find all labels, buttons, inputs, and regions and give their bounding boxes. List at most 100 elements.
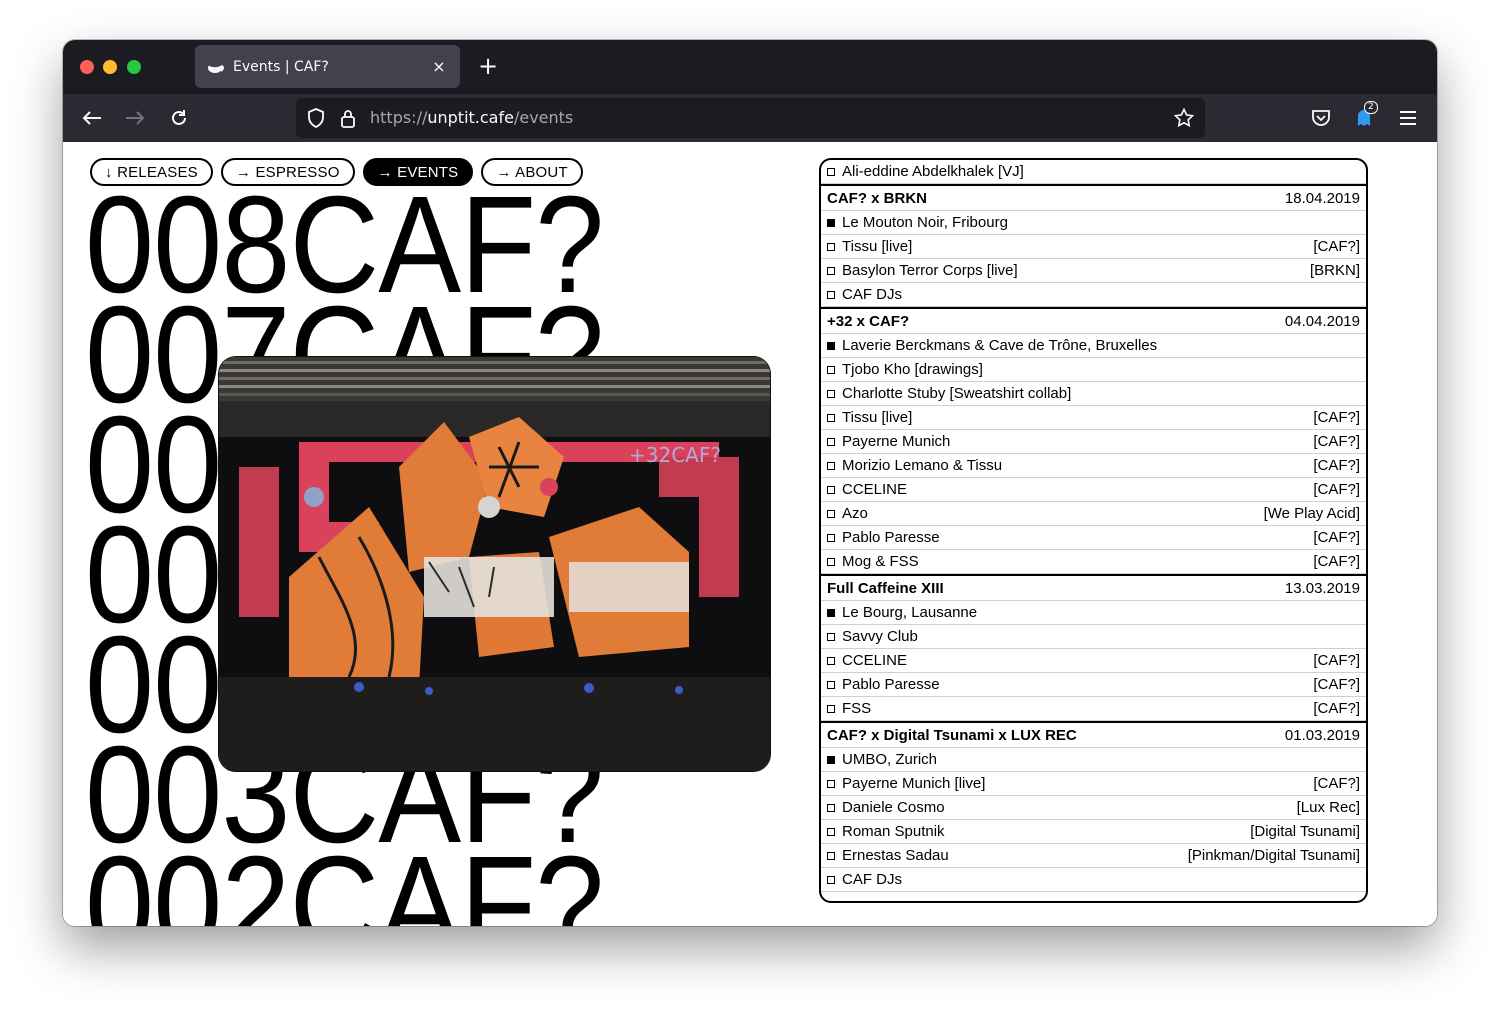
minimize-window-button[interactable] [103,60,117,74]
nav-espresso[interactable]: → ESPRESSO [220,158,355,186]
event-date: 18.04.2019 [1284,189,1360,207]
event-photo: +32CAF? [218,356,771,772]
tab-events[interactable]: Events | CAF? × [195,45,460,88]
lineup-item[interactable]: CAF DJs [821,868,1366,892]
venue-name: Laverie Berckmans & Cave de Trône, Bruxe… [842,337,1158,354]
close-window-button[interactable] [80,60,94,74]
square-bullet-icon [827,266,835,275]
url-host: unptit.cafe [427,108,514,127]
extension-badge: 2 [1364,101,1378,114]
artist-label: [CAF?] [1313,676,1360,693]
url-scheme: https:// [370,108,428,127]
lineup-item[interactable]: Pablo Paresse [CAF?] [821,526,1366,550]
menu-button[interactable] [1394,104,1422,132]
reload-button[interactable] [165,104,193,132]
artist-name: Charlotte Stuby [Sweatshirt collab] [842,385,1072,402]
event-date: 04.04.2019 [1284,312,1360,330]
lineup-item[interactable]: Savvy Club [821,625,1366,649]
list-item[interactable]: Ali-eddine Abdelkhalek [VJ] [821,160,1366,184]
square-bullet-icon [827,461,835,470]
artist-label: [BRKN] [1309,262,1360,279]
artist-label: [Pinkman/Digital Tsunami] [1187,847,1360,864]
lineup-item[interactable]: Azo [We Play Acid] [821,502,1366,526]
event-venue[interactable]: UMBO, Zurich [821,748,1366,772]
coffee-cup-icon [207,58,225,76]
lock-icon[interactable] [338,108,358,128]
shield-icon[interactable] [306,108,326,128]
artist-name: Azo [842,505,868,522]
venue-name: Le Mouton Noir, Fribourg [842,214,1008,231]
reload-icon [172,110,186,125]
artist-label: [We Play Acid] [1263,505,1360,522]
lineup-item[interactable]: Payerne Munich [CAF?] [821,430,1366,454]
event-header[interactable]: +32 x CAF? 04.04.2019 [821,307,1366,334]
venue-name: UMBO, Zurich [842,751,938,768]
address-bar[interactable]: https://unptit.cafe/events [296,98,1205,138]
event-venue[interactable]: Le Bourg, Lausanne [821,601,1366,625]
lineup-item[interactable]: Morizio Lemano & Tissu [CAF?] [821,454,1366,478]
url-text[interactable]: https://unptit.cafe/events [370,108,573,127]
artist-name: FSS [842,700,872,717]
photo-graffiti-tag: +32CAF? [629,443,721,467]
lineup-item[interactable]: Tissu [live] [CAF?] [821,406,1366,430]
square-bullet-icon [827,851,835,860]
event-header[interactable]: CAF? x Digital Tsunami x LUX REC 01.03.20… [821,721,1366,748]
artist-label: [CAF?] [1313,433,1360,450]
event-venue[interactable]: Le Mouton Noir, Fribourg [821,211,1366,235]
nav-releases[interactable]: ↓ RELEASES [90,158,213,186]
lineup-item[interactable]: Roman Sputnik [Digital Tsunami] [821,820,1366,844]
artist-label: [CAF?] [1313,457,1360,474]
lineup-item[interactable]: Payerne Munich [live] [CAF?] [821,772,1366,796]
artist-label: [CAF?] [1313,553,1360,570]
artist-label: [CAF?] [1313,775,1360,792]
lineup-item[interactable]: Tjobo Kho [drawings] [821,358,1366,382]
pocket-button[interactable] [1307,104,1335,132]
arrow-right-icon [126,111,145,125]
square-bullet-icon [827,656,835,665]
artist-name: CCELINE [842,652,908,669]
artist-name: Pablo Paresse [842,529,940,546]
page-content: ↓ RELEASES → ESPRESSO → EVENTS → ABOUT 0… [63,142,1437,926]
square-bullet-icon [827,290,835,299]
lineup-item[interactable]: Tissu [live] [CAF?] [821,235,1366,259]
event-date: 13.03.2019 [1284,579,1360,597]
lineup-item[interactable]: CCELINE [CAF?] [821,478,1366,502]
lineup-item[interactable]: CCELINE [CAF?] [821,649,1366,673]
lineup-item[interactable]: Pablo Paresse [CAF?] [821,673,1366,697]
lineup-item[interactable]: Ernestas Sadau [Pinkman/Digital Tsunami] [821,844,1366,868]
event-venue[interactable]: Laverie Berckmans & Cave de Trône, Bruxe… [821,334,1366,358]
lineup-item[interactable]: Charlotte Stuby [Sweatshirt collab] [821,382,1366,406]
close-tab-icon[interactable]: × [430,57,448,76]
artist-name: Tissu [live] [842,409,913,426]
url-path: /events [513,108,574,127]
pocket-icon [1312,110,1330,126]
tab-bar: Events | CAF? × + [63,40,1437,94]
nav-events[interactable]: → EVENTS [362,158,474,186]
event-number-002[interactable]: 002CAF? [85,836,604,926]
star-bookmark-icon[interactable] [1174,108,1194,128]
maximize-window-button[interactable] [127,60,141,74]
filled-square-icon [827,218,835,227]
browser-window: Events | CAF? × + https://unptit.cafe/ev… [63,40,1437,926]
lineup-item[interactable]: Daniele Cosmo [Lux Rec] [821,796,1366,820]
lineup-item[interactable]: Basylon Terror Corps [live] [BRKN] [821,259,1366,283]
lineup-item[interactable]: CAF DJs [821,283,1366,307]
lineup-item[interactable]: FSS [CAF?] [821,697,1366,721]
filled-square-icon [827,755,835,764]
navigation-toolbar: https://unptit.cafe/events 2 [63,94,1437,142]
event-header[interactable]: CAF? x BRKN 18.04.2019 [821,184,1366,211]
venue-name: Le Bourg, Lausanne [842,604,978,621]
square-bullet-icon [827,437,835,446]
square-bullet-icon [827,827,835,836]
nav-about[interactable]: → ABOUT [481,158,583,186]
new-tab-button[interactable]: + [476,52,500,80]
event-header[interactable]: Full Caffeine XIII 13.03.2019 [821,574,1366,601]
square-bullet-icon [827,803,835,812]
artist-name: CAF DJs [842,871,902,888]
extension-button[interactable]: 2 [1350,101,1378,132]
back-button[interactable] [78,104,106,132]
artist-label: [CAF?] [1313,652,1360,669]
square-bullet-icon [827,413,835,422]
forward-button[interactable] [121,104,149,132]
lineup-item[interactable]: Mog & FSS [CAF?] [821,550,1366,574]
